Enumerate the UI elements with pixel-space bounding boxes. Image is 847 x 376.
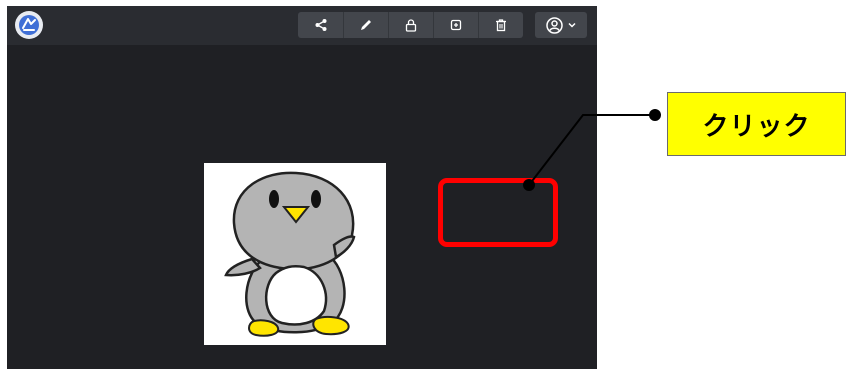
callout-leader-line <box>523 109 661 191</box>
callout-text: クリック <box>702 111 811 142</box>
callout-label: クリック <box>667 92 846 156</box>
